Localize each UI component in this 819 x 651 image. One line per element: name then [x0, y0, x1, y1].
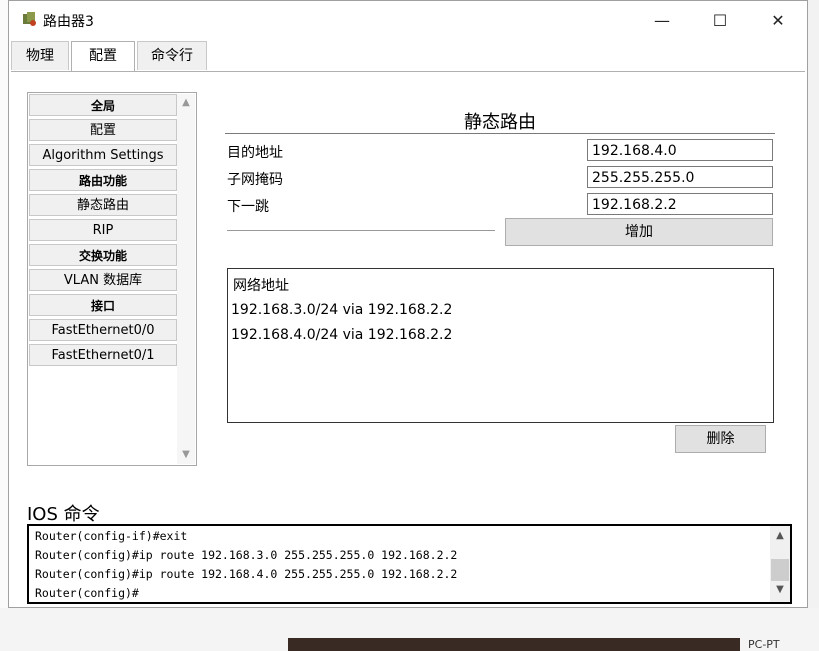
- sidebar-item-static-routing[interactable]: 静态路由: [29, 194, 177, 216]
- desktop-background-right: [808, 0, 819, 651]
- sidebar-item-fastethernet0-1[interactable]: FastEthernet0/1: [29, 344, 177, 366]
- background-pc-label: PC-PT: [748, 638, 780, 651]
- console-line: Router(config)#ip route 192.168.3.0 255.…: [35, 548, 458, 562]
- network-input[interactable]: 192.168.4.0: [587, 139, 773, 161]
- console-line: Router(config)#: [35, 586, 139, 600]
- tab-physical[interactable]: 物理: [11, 41, 69, 70]
- chevron-up-icon[interactable]: ▲: [770, 530, 790, 541]
- sidebar-header-routing: 路由功能: [29, 169, 177, 191]
- console-line: Router(config-if)#exit: [35, 529, 188, 543]
- form-divider: [227, 230, 495, 231]
- route-list-item[interactable]: 192.168.4.0/24 via 192.168.2.2: [231, 327, 452, 343]
- remove-button[interactable]: 删除: [675, 425, 766, 453]
- tab-config[interactable]: 配置: [71, 41, 135, 73]
- add-button[interactable]: 增加: [505, 218, 773, 246]
- next-hop-label: 下一跳: [227, 199, 269, 215]
- window-title: 路由器3: [43, 14, 94, 30]
- route-list-item[interactable]: 192.168.3.0/24 via 192.168.2.2: [231, 302, 452, 318]
- mask-label: 子网掩码: [227, 172, 283, 188]
- ios-command-label: IOS 命令: [27, 504, 100, 525]
- title-bar[interactable]: 路由器3 — ☐ ✕: [9, 1, 807, 39]
- tab-cli[interactable]: 命令行: [137, 41, 207, 70]
- chevron-down-icon[interactable]: ▼: [770, 584, 790, 595]
- console-scrollbar[interactable]: ▲ ▼: [770, 526, 790, 602]
- static-route-title: 静态路由: [464, 112, 536, 133]
- desktop-background-left: [0, 0, 8, 651]
- maximize-button[interactable]: ☐: [697, 7, 743, 35]
- sidebar-header-interface: 接口: [29, 294, 177, 316]
- desktop-background-bottom: PC-PT: [0, 608, 819, 651]
- sidebar-item-rip[interactable]: RIP: [29, 219, 177, 241]
- title-divider: [225, 133, 775, 134]
- sidebar-scrollbar[interactable]: ▲ ▼: [177, 94, 195, 464]
- minimize-button[interactable]: —: [639, 7, 685, 35]
- sidebar-header-switching: 交换功能: [29, 244, 177, 266]
- console-scroll-thumb[interactable]: [771, 559, 789, 581]
- console-line: Router(config)#ip route 192.168.4.0 255.…: [35, 567, 458, 581]
- network-address-list[interactable]: 网络地址 192.168.3.0/24 via 192.168.2.2 192.…: [227, 268, 774, 423]
- next-hop-input[interactable]: 192.168.2.2: [587, 193, 773, 215]
- scroll-up-icon[interactable]: ▲: [177, 94, 195, 112]
- close-button[interactable]: ✕: [755, 7, 801, 35]
- sidebar-header-global: 全局: [29, 94, 177, 116]
- network-label: 目的地址: [227, 145, 283, 161]
- scroll-down-icon[interactable]: ▼: [177, 446, 195, 464]
- sidebar-item-fastethernet0-0[interactable]: FastEthernet0/0: [29, 319, 177, 341]
- router-config-window: 路由器3 — ☐ ✕ 物理 配置 命令行 全局 配置 Algorithm Set…: [8, 0, 808, 608]
- sidebar-item-algorithm-settings[interactable]: Algorithm Settings: [29, 144, 177, 166]
- router-icon: [23, 12, 36, 26]
- sidebar-item-settings[interactable]: 配置: [29, 119, 177, 141]
- config-sidebar: 全局 配置 Algorithm Settings 路由功能 静态路由 RIP 交…: [27, 92, 197, 466]
- desktop-dark-strip: [288, 638, 740, 651]
- network-list-header: 网络地址: [233, 278, 289, 294]
- ios-console[interactable]: Router(config-if)#exit Router(config)#ip…: [27, 524, 792, 604]
- mask-input[interactable]: 255.255.255.0: [587, 166, 773, 188]
- sidebar-item-vlan-database[interactable]: VLAN 数据库: [29, 269, 177, 291]
- sidebar-list: 全局 配置 Algorithm Settings 路由功能 静态路由 RIP 交…: [29, 94, 177, 369]
- config-content: 全局 配置 Algorithm Settings 路由功能 静态路由 RIP 交…: [11, 71, 805, 606]
